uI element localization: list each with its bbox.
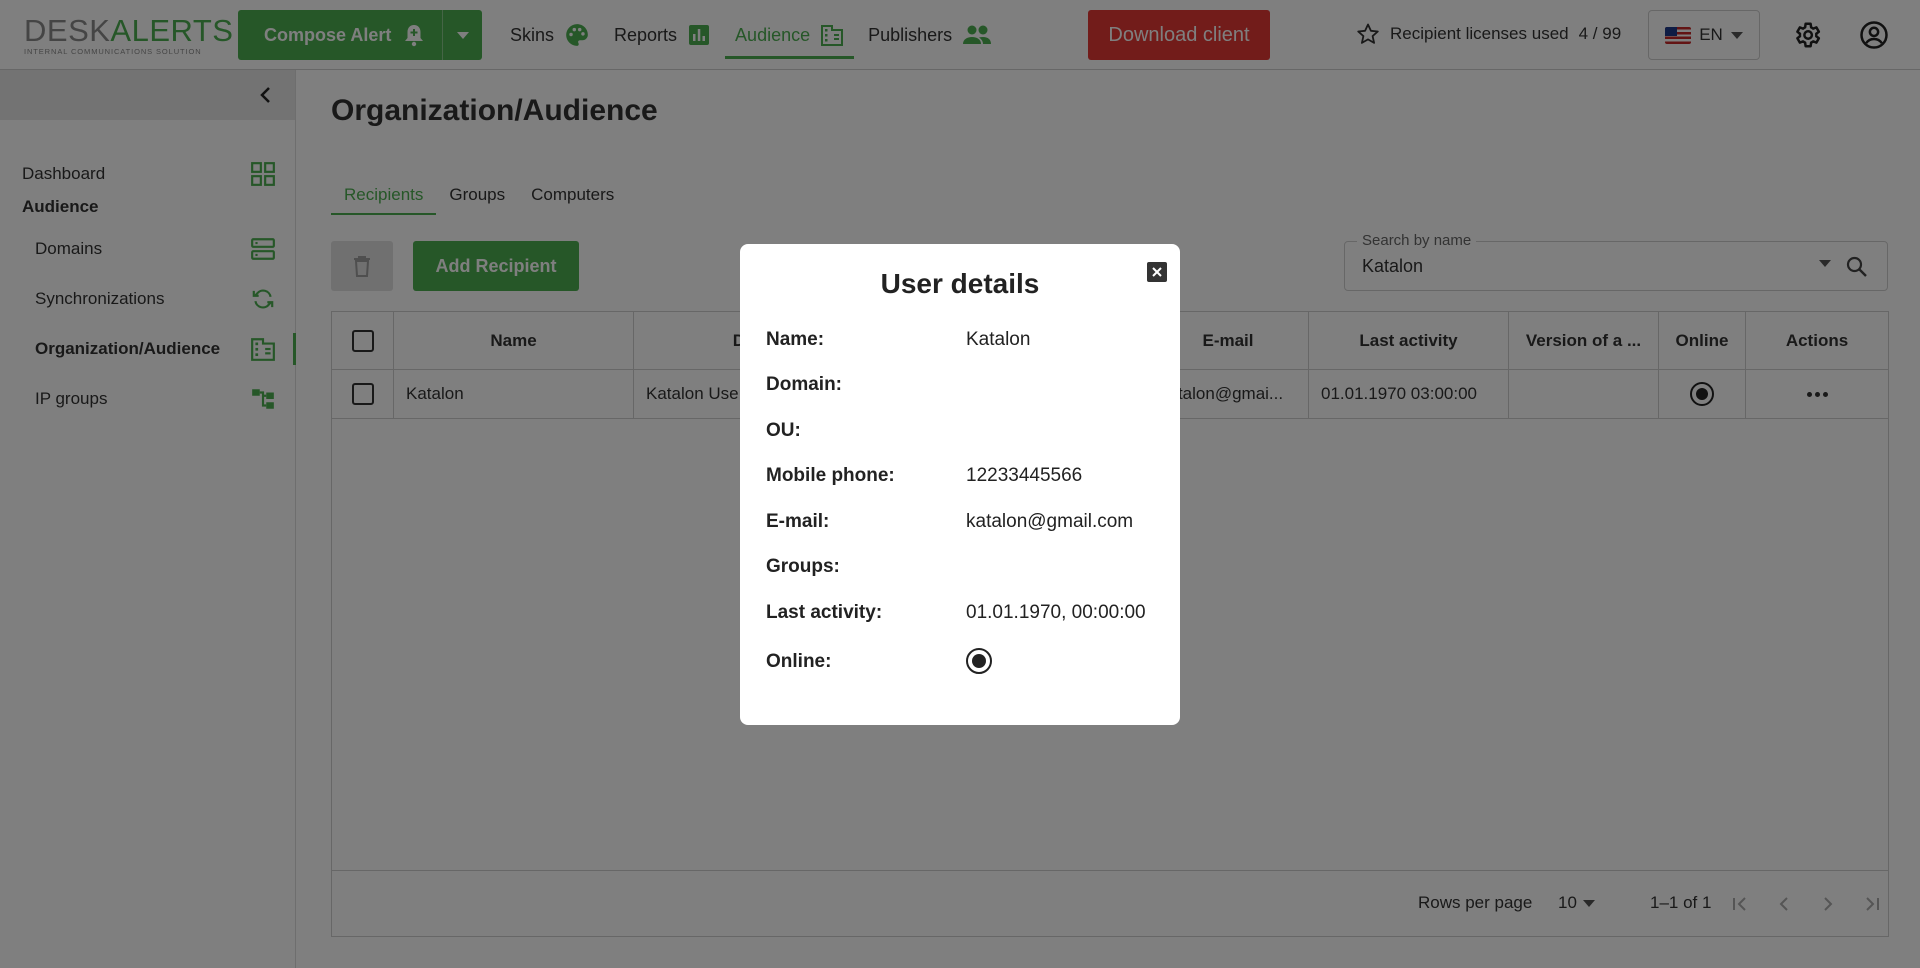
field-value-name: Katalon [966, 329, 1031, 350]
field-label-mobile-phone: Mobile phone: [766, 465, 895, 486]
field-value-last-activity: 01.01.1970, 00:00:00 [966, 602, 1146, 623]
dialog-title: User details [880, 268, 1040, 299]
close-icon[interactable] [1147, 262, 1167, 282]
online-status-icon [966, 648, 992, 674]
field-label-ou: OU: [766, 420, 801, 441]
field-label-last-activity: Last activity: [766, 602, 883, 623]
field-label-email: E-mail: [766, 511, 830, 532]
field-label-groups: Groups: [766, 556, 840, 577]
field-label-online: Online: [766, 651, 832, 672]
user-details-dialog: User details Name: Katalon Domain: OU: M… [740, 244, 1180, 725]
field-value-mobile-phone: 12233445566 [966, 465, 1083, 486]
field-value-email: katalon@gmail.com [966, 511, 1134, 532]
field-label-name: Name: [766, 329, 825, 350]
field-label-domain: Domain: [766, 374, 842, 395]
